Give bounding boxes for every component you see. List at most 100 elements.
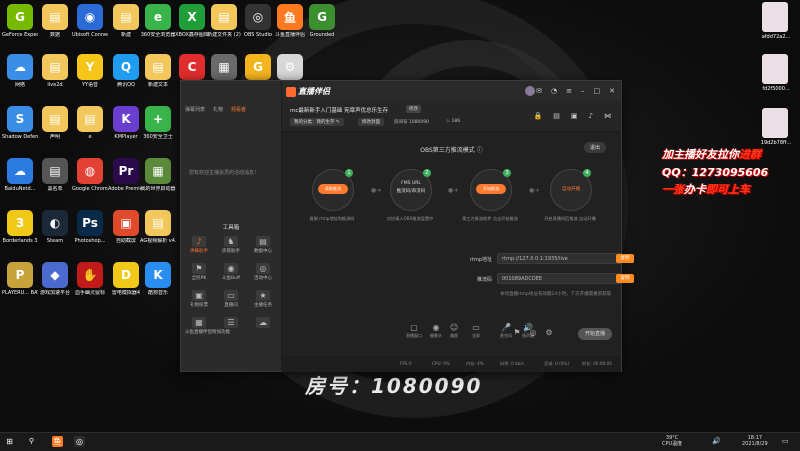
bell-icon[interactable]: ◔: [551, 87, 557, 95]
toolbox-item[interactable]: ♞ 房管助手: [217, 236, 245, 254]
shop-icon[interactable]: ▤: [553, 112, 560, 120]
right-panel: 直播伴侣 ✉ ◔ ≡ – □ ✕ mc最新新手入门基础 宪章声优总乐生存 修改 …: [282, 81, 634, 372]
desktop-icon[interactable]: ▤ AG视频解析 v4.19永久版: [140, 210, 176, 244]
desktop-icon[interactable]: ☁ 网络: [2, 54, 38, 88]
desktop-icon[interactable]: ◆ 游戏加速平台: [37, 262, 73, 296]
desktop-thumbnail[interactable]: afdd72a2...: [762, 2, 790, 40]
bottom-tool-button[interactable]: ▢ 直播窗口: [402, 323, 426, 339]
desktop-icon[interactable]: ▦ 我的世界启动器: [140, 158, 176, 192]
desktop-icon[interactable]: 3 Borderlands 3: [2, 210, 38, 244]
desktop-icon[interactable]: ✋ 血手幽灵鼠标: [72, 262, 108, 296]
desktop-thumbnail[interactable]: fd2f5000...: [762, 54, 790, 92]
tab-danmaku[interactable]: 弹幕列表: [181, 103, 209, 115]
start-windows-icon[interactable]: ⊞: [4, 436, 15, 447]
start-live-button[interactable]: 开始直播: [578, 328, 612, 340]
toolbox-item[interactable]: ♪ 弹幕助手: [185, 236, 213, 254]
desktop-icon[interactable]: ▤ 黑名单: [37, 158, 73, 192]
desktop-icon-label: 黑名单: [47, 186, 63, 192]
app-icon: K: [113, 106, 139, 132]
desktop-icon[interactable]: ⚙: [272, 54, 308, 82]
toolbox-item[interactable]: ◎ 活动中心: [249, 263, 277, 281]
desktop-icon[interactable]: ▣ 自助截屏: [108, 210, 144, 244]
desktop-icon[interactable]: D 雷电模拟器4: [108, 262, 144, 296]
bottom-tool-button[interactable]: ▭ 全屏: [464, 323, 488, 339]
toolbox-item[interactable]: ▭ 直播间: [217, 290, 245, 308]
bottom-tool-button[interactable]: ⚙: [542, 328, 556, 338]
tool-label: 礼物投票: [190, 303, 208, 308]
desktop-icon[interactable]: ◎ OBS Studio: [240, 4, 276, 38]
toolbox-item[interactable]: ▣ 礼物投票: [185, 290, 213, 308]
obs-taskbar-icon[interactable]: ◎: [74, 436, 85, 447]
lock-icon[interactable]: 🔒: [534, 112, 543, 120]
volume-icon[interactable]: 🔊: [712, 435, 721, 447]
tool-icon: ▣: [192, 290, 206, 301]
tab-gifts[interactable]: 礼物: [209, 103, 227, 115]
rtmp-address-field[interactable]: rtmp://127.0.0.1:1935/live: [497, 253, 622, 264]
search-icon[interactable]: ⚲: [26, 436, 37, 447]
desktop-icon[interactable]: S Shadow Defender: [2, 106, 38, 140]
desktop-icon[interactable]: ▤ 新建文本: [140, 54, 176, 88]
douyu-live-companion-window: 弹幕列表 礼物 观看者 您有欢迎主播会员的活动消息！ 工具箱 ♪ 弹幕助手 ♞ 房管助…: [180, 80, 634, 372]
category-pill[interactable]: 我的分类：我的生存 ✎: [290, 118, 344, 126]
desktop-icon[interactable]: Q 腾讯QQ: [108, 54, 144, 88]
copy-rtmp-button[interactable]: 复制: [616, 254, 634, 263]
desktop-icon[interactable]: e 360安全浏览器: [140, 4, 176, 38]
desktop-icon[interactable]: Pr Adobe Premie...: [108, 158, 144, 192]
menu-icon[interactable]: ≡: [566, 87, 572, 95]
toolbox-item[interactable]: ▤ 数据中心: [249, 236, 277, 254]
desktop-icon[interactable]: ☁ BaiduNetd...: [2, 158, 38, 192]
notify-icon[interactable]: ♪: [589, 112, 593, 120]
close-icon[interactable]: ✕: [609, 87, 615, 95]
desktop-icon[interactable]: K 酷狗音乐: [140, 262, 176, 296]
app-icon: ▤: [145, 54, 171, 80]
toolbox-item[interactable]: ☁: [249, 317, 277, 329]
app-icon: X: [179, 4, 205, 30]
toolbox-item[interactable]: ◉ 斗鱼Buff: [217, 263, 245, 281]
desktop-icon[interactable]: Ps Photoshop...: [72, 210, 108, 244]
minimize-icon[interactable]: –: [581, 87, 585, 95]
desktop-icon[interactable]: ◐ Steam: [37, 210, 73, 244]
exit-button[interactable]: 退出: [584, 142, 607, 153]
modify-title-button[interactable]: 修改: [406, 105, 421, 113]
desktop-icon[interactable]: ▤ 新建: [108, 4, 144, 38]
app-icon: ◆: [42, 262, 68, 288]
cart-icon[interactable]: ▣: [571, 112, 578, 120]
mail-icon[interactable]: ✉: [536, 87, 542, 95]
desktop-icon[interactable]: G GeForce Experience: [2, 4, 38, 38]
toolbox-item[interactable]: ⚑ 全民PK: [185, 263, 213, 281]
copy-key-button[interactable]: 复制: [616, 274, 634, 283]
share-icon[interactable]: ⋈: [604, 112, 611, 120]
toolbox-item[interactable]: ★ 主播任务: [249, 290, 277, 308]
maximize-icon[interactable]: □: [594, 87, 601, 95]
bottom-tool-button[interactable]: ◎: [526, 328, 540, 338]
desktop-icon[interactable]: G: [240, 54, 276, 82]
douyu-taskbar-icon[interactable]: 鱼: [52, 436, 63, 447]
clock[interactable]: 18:17 2021/8/29: [742, 435, 768, 447]
desktop-icon[interactable]: ▤ 声明: [37, 106, 73, 140]
desktop-icon[interactable]: ◉ Ubisoft Connect: [72, 4, 108, 38]
desktop-icon[interactable]: 鱼斗鱼直播伴侣: [272, 4, 308, 38]
toolbox-item[interactable]: ☰: [217, 317, 245, 329]
desktop-icon[interactable]: G Grounded: [304, 4, 340, 38]
edit-cover-button[interactable]: 修改封面: [358, 118, 384, 126]
desktop-icon[interactable]: ▤ 数据: [37, 4, 73, 38]
desktop-icon[interactable]: ◍ Google Chrome: [72, 158, 108, 192]
tab-viewers[interactable]: 观看者: [227, 103, 250, 115]
avatar[interactable]: [525, 86, 535, 96]
bottom-tool-button[interactable]: ⚑: [510, 328, 524, 338]
desktop-icon[interactable]: P PLAYERU... BATTLEGR...: [2, 262, 38, 296]
desktop-icon[interactable]: ▤ 新建文件夹 (2): [206, 4, 242, 38]
desktop-icon[interactable]: +360安全卫士: [140, 106, 176, 140]
desktop-icon[interactable]: K KMPlayer: [108, 106, 144, 140]
desktop-icon[interactable]: ▤ e: [72, 106, 108, 140]
desktop-thumbnail[interactable]: 19d2b78ff...: [761, 108, 791, 146]
stream-key-field[interactable]: 001089ADCDEE: [497, 273, 622, 284]
desktop-icon-label: Ubisoft Connect: [72, 32, 108, 38]
desktop-icon[interactable]: Y YY语音: [72, 54, 108, 88]
desktop-icon-label: 游戏加速平台: [39, 290, 70, 296]
desktop-icon[interactable]: ▤ live2d: [37, 54, 73, 88]
notification-icon[interactable]: ▭: [782, 435, 789, 447]
bottom-tool-button[interactable]: ☺ 美颜: [442, 323, 466, 339]
desktop-icon[interactable]: X XBOX鑫存图库: [174, 4, 210, 38]
toolbox-item[interactable]: ▦ 斗鱼直播伴侣附加功能: [185, 317, 230, 335]
